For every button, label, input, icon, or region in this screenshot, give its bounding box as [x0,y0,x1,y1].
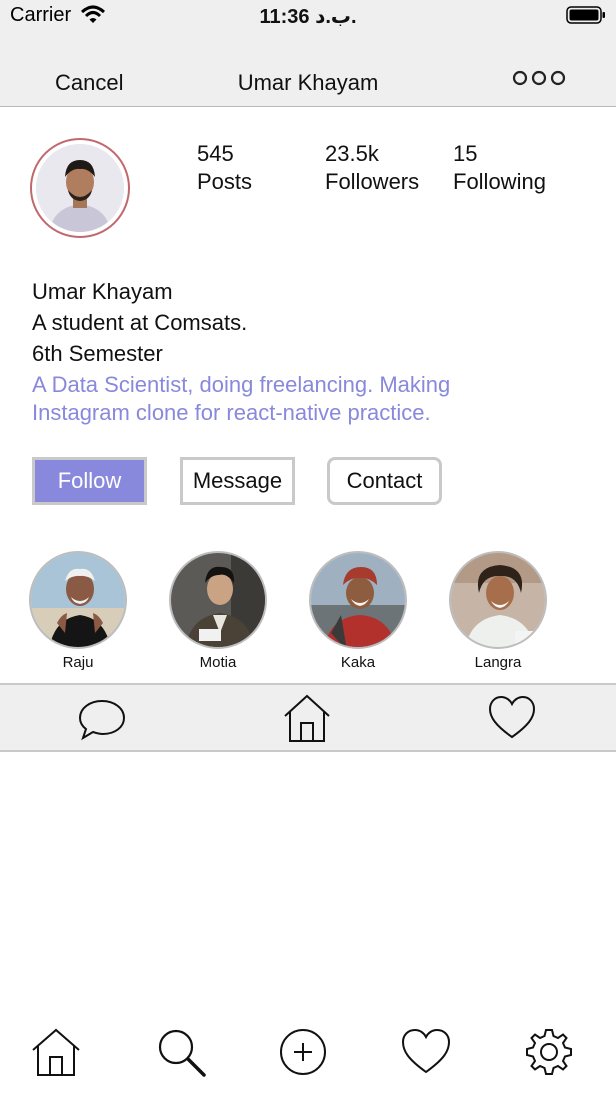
story-item[interactable]: Langra [448,551,548,671]
story-avatar [169,551,267,649]
bio-link-line-2: Instagram clone for react-native practic… [32,400,431,425]
story-name: Raju [62,654,94,671]
more-options-icon[interactable] [512,70,566,86]
person-icon [451,553,545,647]
story-item[interactable]: Motia [168,551,268,671]
bottom-tab-bar [0,1024,616,1084]
person-icon [36,144,124,232]
posts-label: Posts [197,169,253,194]
battery-icon [566,6,605,24]
search-icon[interactable] [155,1026,207,1078]
story-name: Motia [199,654,237,671]
heart-icon[interactable] [400,1026,452,1078]
home-icon[interactable] [282,693,332,743]
settings-icon[interactable] [523,1026,575,1078]
posts-count: 545 [197,141,234,166]
following-label: Following [453,169,546,194]
following-count: 15 [453,141,478,166]
person-icon [171,553,265,647]
bio-line-1: A student at Comsats. [32,310,248,335]
story-avatar [29,551,127,649]
status-bar: Carrier 11:36 ب.د. [0,0,616,34]
story-avatar [449,551,547,649]
bio-line-2: 6th Semester [32,341,163,366]
heart-icon[interactable] [487,693,537,743]
person-icon [31,553,125,647]
followers-label: Followers [325,169,420,194]
story-avatar [309,551,407,649]
story-item[interactable]: Kaka [308,551,408,671]
bio-link-text[interactable]: A Data Scientist, doing freelancing. Mak… [32,371,450,427]
bio-link-line-1: A Data Scientist, doing freelancing. Mak… [32,372,451,397]
bio-name: Umar Khayam [32,279,173,304]
chat-bubble-icon[interactable] [77,693,127,743]
stat-followers[interactable]: 23.5k Followers [325,140,419,196]
story-name: Kaka [340,654,376,671]
content-tab-bar [0,683,616,752]
stat-following[interactable]: 15 Following [453,140,546,196]
story-item[interactable]: Raju [28,551,128,671]
follow-button[interactable]: Follow [32,457,147,505]
profile-bio: Umar Khayam A student at Comsats. 6th Se… [32,276,450,427]
avatar-photo [36,144,124,232]
contact-button[interactable]: Contact [327,457,442,505]
avatar[interactable] [30,138,130,238]
add-icon[interactable] [277,1026,329,1078]
home-icon[interactable] [30,1026,82,1078]
story-name: Langra [474,654,522,671]
followers-count: 23.5k [325,141,379,166]
person-icon [311,553,405,647]
nav-bar: Cancel Umar Khayam [0,34,616,107]
stat-posts[interactable]: 545 Posts [197,140,252,196]
message-button[interactable]: Message [180,457,295,505]
clock-time: 11:36 ب.د. [259,6,357,28]
